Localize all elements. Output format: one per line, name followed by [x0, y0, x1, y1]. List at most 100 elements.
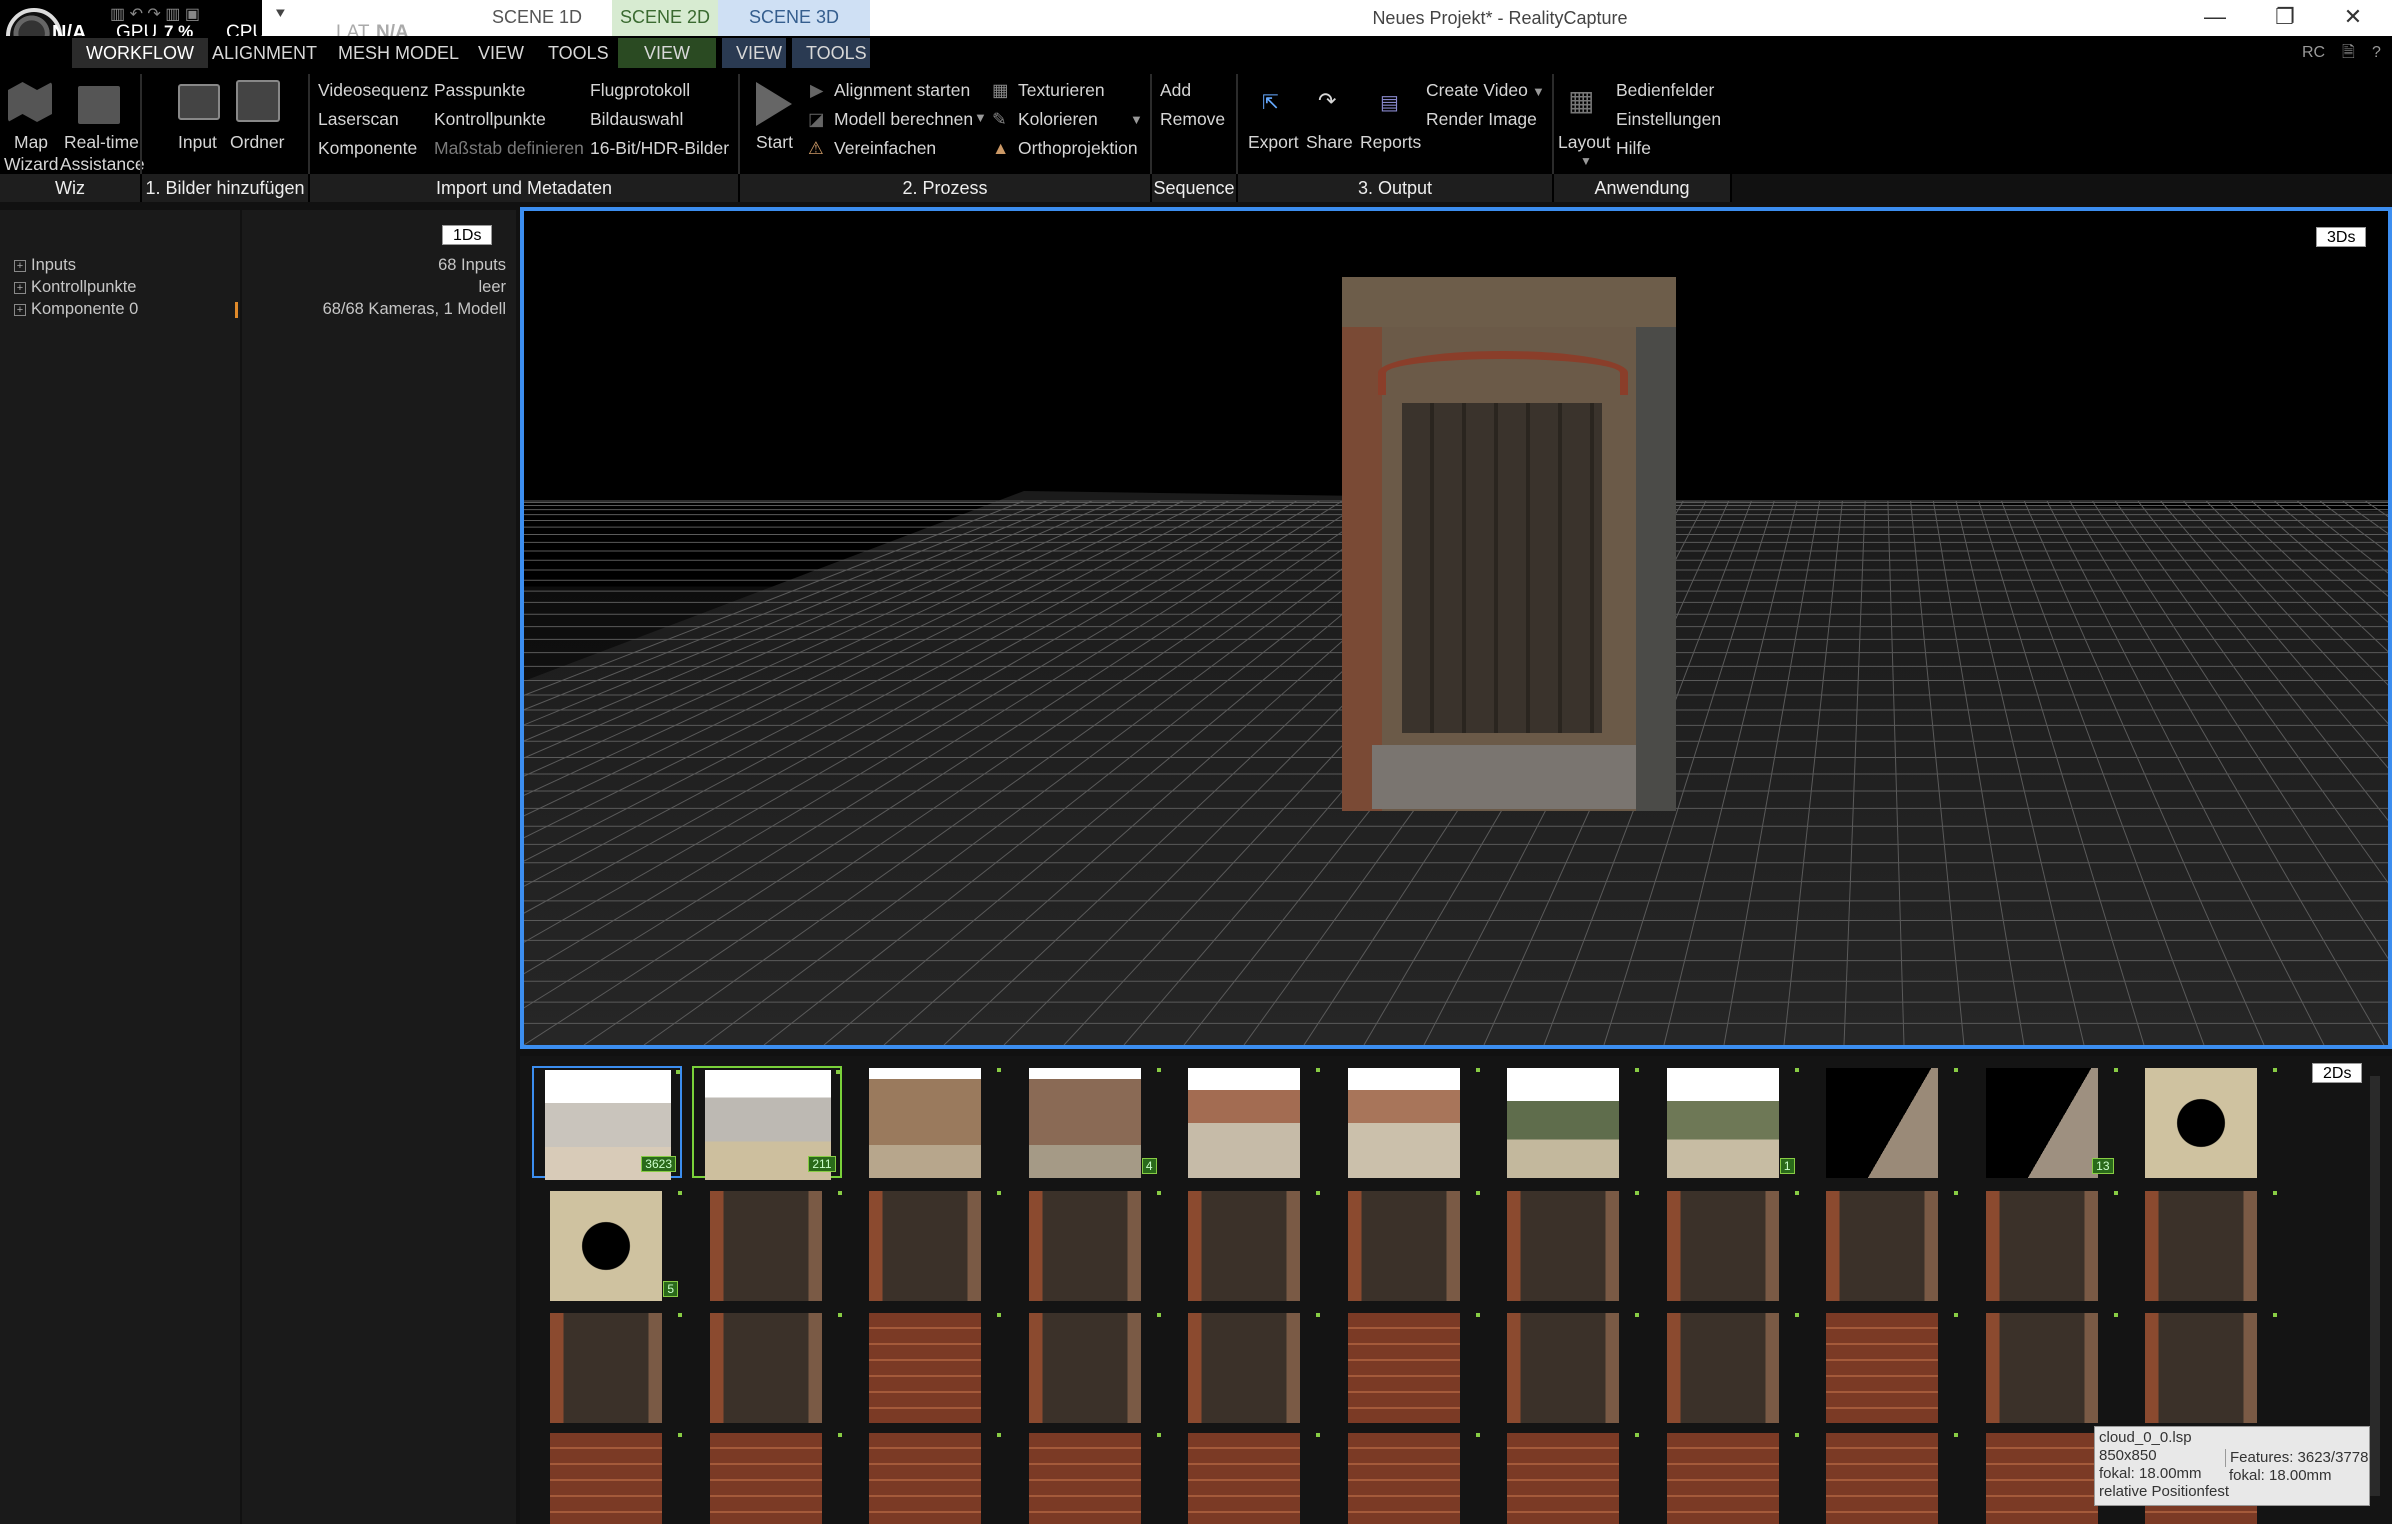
thumbnail[interactable]: 13: [1968, 1066, 2118, 1178]
chevron-down-icon[interactable]: ▼: [1580, 154, 1592, 168]
vereinfachen-button[interactable]: Vereinfachen: [834, 138, 936, 159]
thumbnail[interactable]: [1489, 1311, 1639, 1423]
folder-icon[interactable]: [236, 80, 280, 122]
thumbnail[interactable]: [1489, 1189, 1639, 1301]
hdr-button[interactable]: 16-Bit/HDR-Bilder: [590, 138, 729, 159]
thumbnail[interactable]: [532, 1311, 682, 1423]
thumbnail[interactable]: [1011, 1189, 1161, 1301]
menu-alignment[interactable]: ALIGNMENT: [198, 38, 331, 68]
flugprotokoll-button[interactable]: Flugprotokoll: [590, 80, 690, 101]
komponente-button[interactable]: Komponente: [318, 138, 417, 159]
thumbnail[interactable]: [1808, 1431, 1958, 1524]
thumbnail[interactable]: [851, 1431, 1001, 1524]
thumbnail[interactable]: 211: [691, 1066, 842, 1180]
thumbnail[interactable]: [1330, 1311, 1480, 1423]
thumbnail[interactable]: [1808, 1189, 1958, 1301]
menu-mesh-model[interactable]: MESH MODEL: [324, 38, 473, 68]
viewport-3d[interactable]: 3Ds: [520, 207, 2392, 1049]
thumbnail[interactable]: [1968, 1311, 2118, 1423]
thumbnail[interactable]: [1170, 1431, 1320, 1524]
thumbnail[interactable]: [1649, 1311, 1799, 1423]
menu-3d-tools[interactable]: TOOLS: [792, 38, 870, 68]
reports-icon[interactable]: ▤: [1380, 90, 1399, 115]
thumbnail[interactable]: 3623: [532, 1066, 682, 1180]
tree-item-kontrollpunkte[interactable]: + Kontrollpunkte: [14, 278, 137, 297]
thumbnail[interactable]: [1649, 1189, 1799, 1301]
alignment-starten-button[interactable]: Alignment starten: [834, 80, 970, 101]
layout-icon[interactable]: ▦: [1568, 84, 1594, 117]
kontrollpunkte-button[interactable]: Kontrollpunkte: [434, 109, 546, 130]
einstellungen-button[interactable]: Einstellungen: [1616, 109, 1721, 130]
texturieren-button[interactable]: Texturieren: [1018, 80, 1105, 101]
layout-button[interactable]: Layout: [1558, 132, 1611, 153]
map-icon[interactable]: [8, 82, 52, 122]
laserscan-button[interactable]: Laserscan: [318, 109, 399, 130]
tree-item-inputs[interactable]: + Inputs: [14, 256, 76, 275]
scrollbar[interactable]: [2370, 1076, 2380, 1496]
thumbnail[interactable]: [1011, 1431, 1161, 1524]
chevron-down-icon[interactable]: ▼: [974, 110, 987, 125]
share-button[interactable]: Share: [1306, 132, 1353, 153]
restore-button[interactable]: ❐: [2252, 0, 2318, 36]
thumbnail[interactable]: [1489, 1431, 1639, 1524]
videosequenz-button[interactable]: Videosequenz: [318, 80, 429, 101]
tab-scene-1d[interactable]: SCENE 1D: [470, 0, 604, 36]
input-button[interactable]: Input: [178, 132, 217, 153]
wizard-label[interactable]: Wizard: [4, 154, 58, 175]
map-label[interactable]: Map: [14, 132, 48, 153]
bildauswahl-button[interactable]: Bildauswahl: [590, 109, 683, 130]
quick-access-icons[interactable]: ▥ ↶ ↷ ▥ ▣: [110, 4, 200, 24]
menu-2d-view[interactable]: VIEW: [618, 38, 716, 68]
thumbnail[interactable]: [1170, 1066, 1320, 1178]
expand-icon[interactable]: +: [14, 303, 26, 316]
thumbnail[interactable]: [1489, 1066, 1639, 1178]
thumbnail[interactable]: 1: [1649, 1066, 1799, 1178]
assistance-label[interactable]: Assistance: [60, 154, 145, 175]
bedienfelder-button[interactable]: Bedienfelder: [1616, 80, 1714, 101]
thumbnail[interactable]: [1808, 1066, 1958, 1178]
folder-button[interactable]: Ordner: [230, 132, 284, 153]
thumbnail[interactable]: 4: [1011, 1066, 1161, 1178]
panel-badge-3ds[interactable]: 3Ds: [2316, 227, 2367, 247]
tree-item-komponente[interactable]: + Komponente 0: [14, 300, 138, 319]
tab-scene-2d[interactable]: SCENE 2D: [612, 0, 718, 36]
panel-badge-1ds[interactable]: 1Ds: [442, 225, 493, 245]
input-icon[interactable]: [178, 84, 220, 120]
thumbnail[interactable]: [1170, 1189, 1320, 1301]
hilfe-button[interactable]: Hilfe: [1616, 138, 1651, 159]
panel-badge-2ds[interactable]: 2Ds: [2312, 1063, 2363, 1083]
create-video-button[interactable]: Create Video: [1426, 80, 1528, 101]
thumbnail[interactable]: [1649, 1431, 1799, 1524]
export-button[interactable]: Export: [1248, 132, 1299, 153]
chevron-down-icon[interactable]: ▼: [1130, 112, 1143, 127]
modell-berechnen-button[interactable]: Modell berechnen: [834, 109, 973, 130]
help-icon[interactable]: ?: [2358, 38, 2392, 68]
thumbnail[interactable]: [1808, 1311, 1958, 1423]
close-button[interactable]: ✕: [2320, 0, 2386, 36]
thumbnail[interactable]: [1330, 1066, 1480, 1178]
share-icon[interactable]: ↷: [1318, 88, 1336, 114]
thumbnail[interactable]: [1011, 1311, 1161, 1423]
thumbnail[interactable]: 5: [532, 1189, 682, 1301]
realtime-icon[interactable]: [78, 86, 120, 124]
thumbnail[interactable]: [1170, 1311, 1320, 1423]
start-button[interactable]: Start: [756, 132, 793, 153]
render-image-button[interactable]: Render Image: [1426, 109, 1537, 130]
kolorieren-button[interactable]: Kolorieren: [1018, 109, 1098, 130]
passpunkte-button[interactable]: Passpunkte: [434, 80, 525, 101]
massstab-button[interactable]: Maßstab definieren: [434, 138, 584, 159]
menu-3d-view[interactable]: VIEW: [722, 38, 786, 68]
thumbnail[interactable]: [1330, 1189, 1480, 1301]
reports-button[interactable]: Reports: [1360, 132, 1421, 153]
thumbnail[interactable]: [2127, 1311, 2277, 1423]
export-icon[interactable]: ⇱: [1262, 90, 1279, 115]
add-button[interactable]: Add: [1160, 80, 1191, 101]
thumbnail[interactable]: [851, 1311, 1001, 1423]
menu-view[interactable]: VIEW: [464, 38, 538, 68]
tab-scene-3d[interactable]: SCENE 3D: [718, 0, 870, 36]
thumbnail[interactable]: [1330, 1431, 1480, 1524]
quick-access-dropdown-icon[interactable]: ⯆: [274, 6, 287, 24]
minimize-button[interactable]: —: [2182, 0, 2248, 36]
thumbnail[interactable]: [692, 1311, 842, 1423]
remove-button[interactable]: Remove: [1160, 109, 1225, 130]
